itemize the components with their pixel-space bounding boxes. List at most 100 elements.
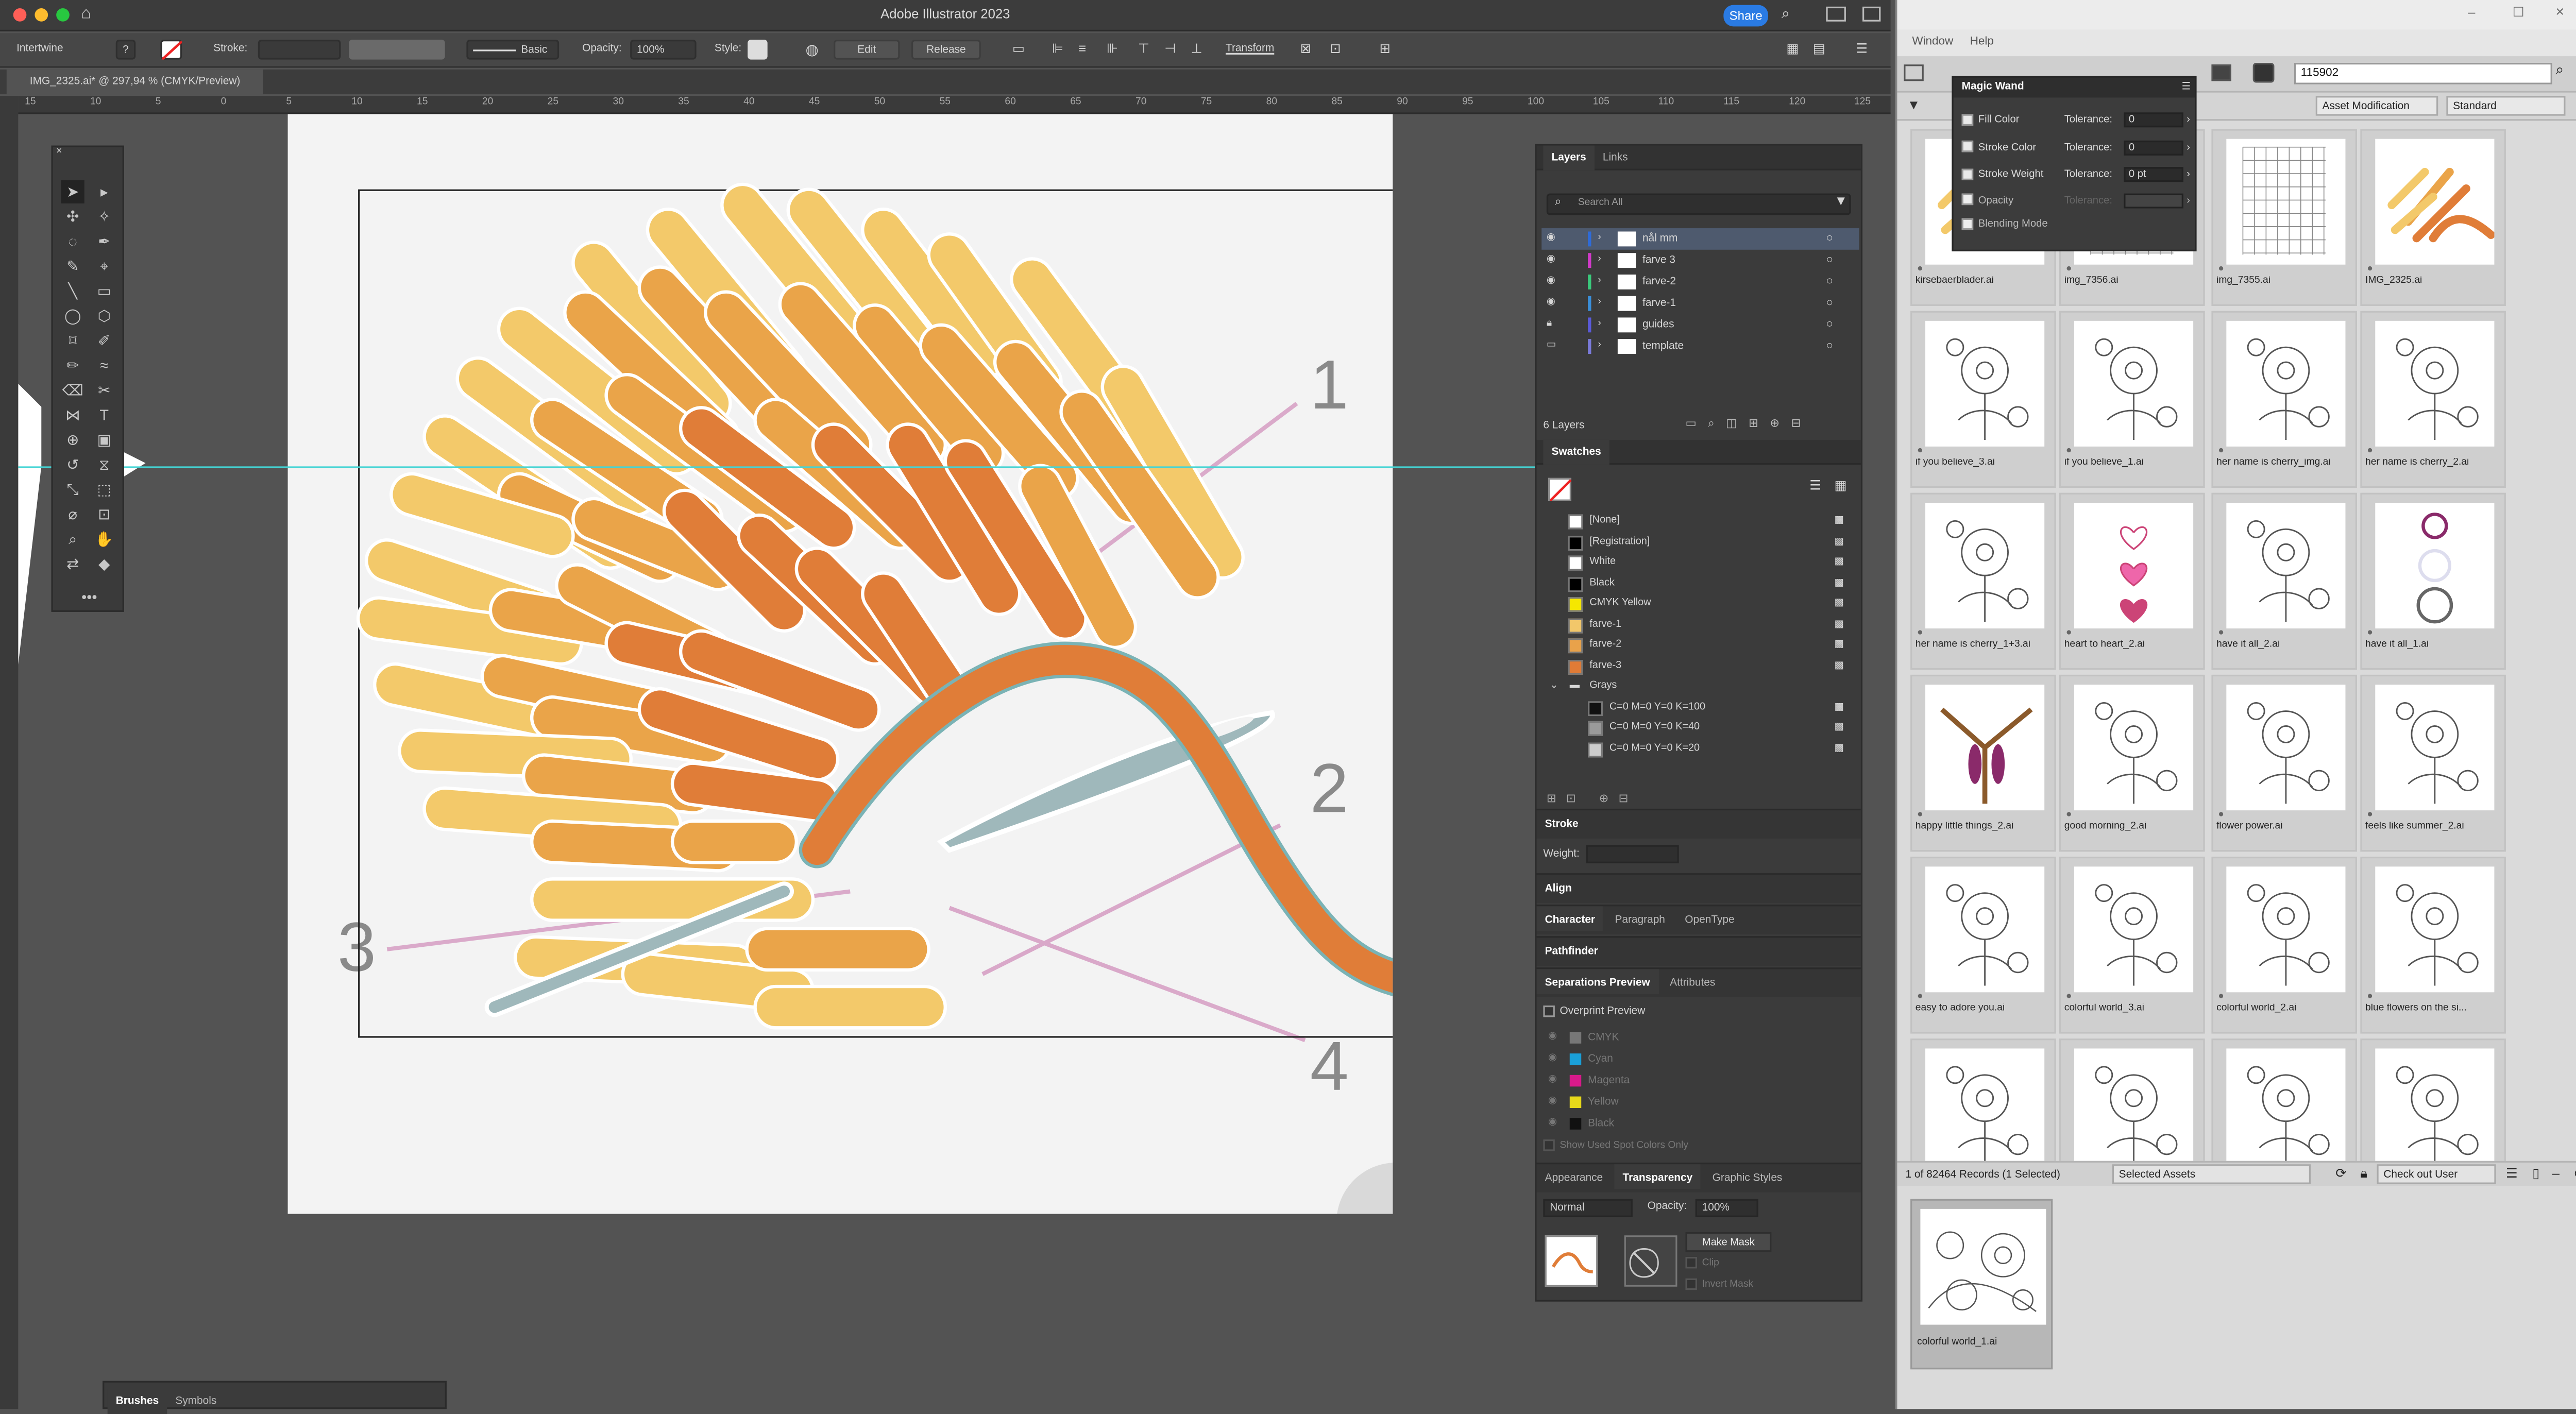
magic-wand-icon[interactable]: ✧ [93, 205, 116, 228]
magic-wand-row[interactable]: Stroke Color Tolerance: 0 › [1961, 138, 2193, 156]
polygon-tool-icon[interactable]: ⬡ [93, 304, 116, 328]
document-tab[interactable]: IMG_2325.ai* @ 297,94 % (CMYK/Preview) [6, 69, 264, 94]
align-center-icon[interactable]: ≡ [1078, 40, 1086, 60]
ellipse-tool-icon[interactable]: ◯ [61, 304, 84, 328]
plate-row[interactable]: ◉ Black [1541, 1113, 1859, 1135]
blob-brush-icon[interactable]: ⌑ [61, 329, 84, 352]
shape-icon[interactable]: ⊡ [1330, 40, 1341, 60]
delete-icon[interactable]: ▯ [2532, 1166, 2539, 1181]
eye-icon[interactable]: ▭ [1547, 336, 1556, 357]
tolerance-field[interactable] [2124, 193, 2183, 208]
close-icon[interactable]: × [2555, 3, 2564, 20]
plate-row[interactable]: ◉ CMYK [1541, 1027, 1859, 1049]
rectangle-tool-icon[interactable]: ▭ [93, 280, 116, 303]
spot-colors-checkbox[interactable]: Show Used Spot Colors Only [1543, 1139, 1688, 1151]
style-swatch[interactable] [748, 40, 768, 60]
magic-wand-row[interactable]: Stroke Weight Tolerance: 0 pt › [1961, 165, 2193, 183]
rotate-tool-icon[interactable]: ↺ [61, 453, 84, 476]
eye-icon[interactable]: ◉ [1548, 1113, 1557, 1135]
magic-wand-row[interactable]: Blending Mode [1961, 215, 2193, 233]
horizontal-ruler[interactable]: 15 10 5 0 5 10 15 20 25 30 35 40 45 50 55 60 65 70 75 80 85 9… [18, 96, 1891, 114]
reflect-tool-icon[interactable]: ⧖ [93, 453, 116, 476]
align-right-icon[interactable]: ⊪ [1107, 40, 1118, 60]
clip-checkbox[interactable]: Clip [1685, 1256, 1719, 1269]
pencil-icon[interactable]: ✏ [61, 354, 84, 377]
tab-stroke[interactable]: Stroke [1545, 819, 1579, 830]
layer-row[interactable]: ◉ › farve-2 ○ [1541, 271, 1859, 293]
panel-icon[interactable] [1862, 6, 1881, 22]
menu-help[interactable]: Help [1970, 37, 1994, 48]
tab-swatches[interactable]: Swatches [1543, 439, 1609, 464]
tab-paragraph[interactable]: Paragraph [1606, 906, 1673, 931]
tab-align[interactable]: Align [1545, 883, 1572, 894]
fill-stroke-icon[interactable]: ◆ [93, 552, 116, 575]
sort-field-select[interactable]: Asset Modification [2315, 96, 2438, 116]
close-circle-icon[interactable]: ⊗ [2574, 1166, 2576, 1181]
thumbnail-item[interactable]: ● if you believe_3.ai [1910, 311, 2056, 488]
layers-footer-icons[interactable]: ▭⌕◫⊞⊕⊟ [1685, 417, 1812, 432]
list-view-icon[interactable]: ☰ [1809, 478, 1821, 493]
vertical-ruler[interactable] [0, 96, 19, 1409]
selected-assets-select[interactable]: Selected Assets [2112, 1164, 2311, 1184]
search-icon[interactable]: ⌕ [1782, 5, 1790, 23]
eye-icon[interactable]: ◉ [1548, 1092, 1557, 1113]
search-icon[interactable]: ⌕ [2555, 61, 2564, 79]
object-thumbnail[interactable] [1545, 1235, 1598, 1287]
mask-placeholder-icon[interactable]: ⃠ [1624, 1235, 1677, 1287]
lock-icon[interactable]: 🔒︎ [2360, 1166, 2367, 1182]
make-mask-button[interactable]: Make Mask [1685, 1232, 1772, 1252]
minus-icon[interactable]: – [2552, 1166, 2560, 1181]
opacity-field[interactable]: 100% [630, 40, 697, 60]
align-bottom-icon[interactable]: ⊥ [1191, 40, 1202, 60]
tab-appearance[interactable]: Appearance [1537, 1164, 1612, 1189]
swatch-row[interactable]: C=0 M=0 Y=0 K=100 ▩ [1577, 697, 1858, 717]
swatch-row[interactable]: C=0 M=0 Y=0 K=40 ▩ [1577, 718, 1858, 738]
plate-row[interactable]: ◉ Cyan [1541, 1048, 1859, 1070]
brush-definition[interactable]: Basic [466, 40, 560, 60]
plate-row[interactable]: ◉ Yellow [1541, 1092, 1859, 1113]
invert-mask-checkbox[interactable]: Invert Mask [1685, 1278, 1753, 1290]
tolerance-field[interactable]: 0 [2124, 140, 2183, 155]
guide-line[interactable] [18, 466, 1535, 468]
thumbnail-item[interactable]: ● heart to heart_2.ai [2059, 492, 2205, 670]
maximize-icon[interactable]: ☐ [2513, 5, 2524, 20]
layer-row[interactable]: ◉ › nål mm ○ [1541, 228, 1859, 250]
paintbrush-icon[interactable]: ✐ [93, 329, 116, 352]
tab-attributes[interactable]: Attributes [1662, 969, 1723, 994]
lasso-icon[interactable]: ◌ [61, 230, 84, 253]
checkbox[interactable] [1961, 168, 1974, 180]
eye-icon[interactable]: ◉ [1547, 271, 1555, 293]
swap-colors-icon[interactable]: ⇄ [61, 552, 84, 575]
thumbnail-item[interactable]: ● IMG_2325.ai [2360, 129, 2506, 306]
layer-row[interactable]: ◉ › farve-1 ○ [1541, 293, 1859, 314]
checkout-select[interactable]: Check out User [2377, 1164, 2496, 1184]
swatch-row[interactable]: CMYK Yellow ▩ [1556, 594, 1857, 614]
stroke-weight-input[interactable] [1586, 845, 1679, 863]
chevron-right-icon[interactable]: › [2187, 165, 2190, 183]
more-tools-icon[interactable]: ••• [78, 586, 101, 609]
pen-tool-icon[interactable]: ✒ [93, 230, 116, 253]
curvature-icon[interactable]: ✎ [61, 254, 84, 278]
panels-icon[interactable]: ▦ [1786, 40, 1799, 60]
fill-swatch[interactable]: ? [115, 40, 136, 60]
eye-icon[interactable]: ◉ [1548, 1070, 1557, 1092]
type-tool-icon[interactable]: T [93, 403, 116, 427]
stitch-shape[interactable] [525, 756, 713, 811]
thumbnail-item[interactable]: ● her name is cherry_img.ai [2211, 311, 2357, 488]
thumbnail-item[interactable]: ● img_7355.ai [2211, 129, 2357, 306]
thumbnail-item[interactable]: ● [1910, 1038, 2056, 1161]
scale-tool-icon[interactable]: ⤡ [61, 478, 84, 501]
eye-icon[interactable]: ◉ [1547, 228, 1555, 250]
chevron-right-icon[interactable]: › [2187, 111, 2190, 129]
panel-menu-icon[interactable]: ☰ [2182, 81, 2191, 93]
hand-tool-icon[interactable]: ✋ [93, 527, 116, 551]
layers-search[interactable]: ⌕ Search All [1546, 193, 1851, 215]
magic-wand-row[interactable]: Opacity Tolerance: › [1961, 191, 2193, 209]
thumbnail-item[interactable]: ● flower power.ai [2211, 674, 2357, 852]
group-selection-icon[interactable]: ✣ [61, 205, 84, 228]
expand-icon[interactable]: › [1598, 250, 1601, 271]
eye-icon[interactable]: ◉ [1548, 1048, 1557, 1070]
photo-icon[interactable] [2211, 64, 2231, 81]
expand-icon[interactable]: › [1598, 271, 1601, 293]
smooth-icon[interactable]: ≈ [93, 354, 116, 377]
